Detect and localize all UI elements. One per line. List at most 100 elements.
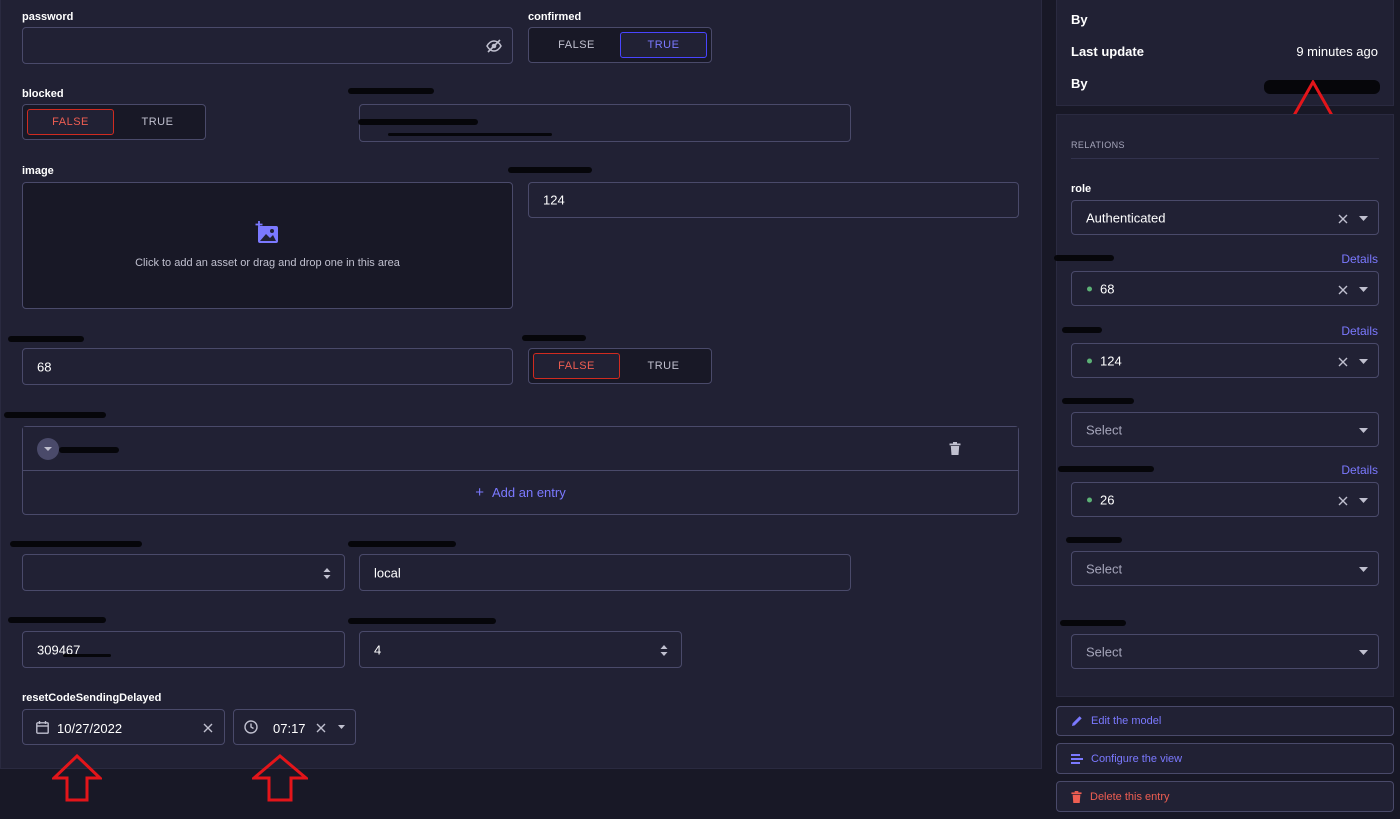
- role-label: role: [1071, 183, 1092, 195]
- redacted-relation4-label: [1058, 466, 1154, 472]
- relation4-value: 26: [1100, 492, 1115, 507]
- second-false-option[interactable]: FALSE: [533, 353, 620, 379]
- date-input[interactable]: 10/27/2022: [22, 709, 225, 745]
- redacted-label-code: [8, 617, 106, 623]
- redacted-label-toggle2: [522, 335, 586, 341]
- confirmed-label: confirmed: [528, 11, 582, 23]
- relation2-details-link[interactable]: Details: [1341, 324, 1378, 338]
- plus-icon: +: [475, 484, 485, 501]
- chevron-down-icon[interactable]: [37, 438, 59, 460]
- redacted-label-number: [508, 167, 592, 173]
- edit-model-label: Edit the model: [1091, 715, 1162, 727]
- status-dot: [1087, 497, 1092, 502]
- trash-icon: [1071, 790, 1082, 803]
- clear-icon[interactable]: [1337, 495, 1348, 506]
- redacted-code-tail: [63, 654, 111, 657]
- relation4-select[interactable]: 26: [1071, 482, 1379, 517]
- status-dot: [1087, 286, 1092, 291]
- role-value: Authenticated: [1086, 210, 1166, 225]
- password-input[interactable]: [22, 27, 513, 64]
- time-value: 07:17: [273, 721, 306, 736]
- relation6-placeholder: Select: [1086, 644, 1123, 659]
- second-toggle[interactable]: FALSE TRUE: [528, 348, 712, 384]
- confirmed-true-option[interactable]: TRUE: [620, 32, 707, 58]
- pencil-icon: [1071, 715, 1083, 727]
- redacted-relation5-label: [1066, 537, 1122, 543]
- relation1-details-link[interactable]: Details: [1341, 252, 1378, 266]
- numeric-select-input[interactable]: [22, 554, 345, 591]
- chevron-down-icon[interactable]: [1359, 497, 1368, 503]
- blocked-false-option[interactable]: FALSE: [27, 109, 114, 135]
- clear-icon[interactable]: [1337, 213, 1348, 224]
- stepper-input[interactable]: 4: [359, 631, 682, 668]
- last-update-value: 9 minutes ago: [1296, 44, 1378, 59]
- trash-icon[interactable]: [948, 441, 962, 455]
- chevron-down-icon[interactable]: [1359, 649, 1368, 655]
- component-container: + Add an entry: [22, 426, 1019, 515]
- created-by-label: By: [1071, 12, 1088, 27]
- second-true-option[interactable]: TRUE: [620, 353, 707, 379]
- relations-heading: RELATIONS: [1071, 140, 1125, 150]
- relations-divider: [1071, 158, 1379, 159]
- image-dropzone[interactable]: Click to add an asset or drag and drop o…: [22, 182, 513, 309]
- eye-off-icon[interactable]: [486, 38, 502, 54]
- chevron-down-icon[interactable]: [1359, 215, 1368, 221]
- add-entry-button[interactable]: + Add an entry: [23, 471, 1018, 514]
- chevron-down-icon[interactable]: [337, 723, 345, 731]
- annotation-arrow-up-icon: [252, 754, 308, 802]
- blocked-true-option[interactable]: TRUE: [114, 109, 201, 135]
- relation5-select[interactable]: Select: [1071, 551, 1379, 586]
- relation6-select[interactable]: Select: [1071, 634, 1379, 669]
- list-icon: [1071, 753, 1083, 765]
- reset-label: resetCodeSendingDelayed: [22, 692, 162, 704]
- redacted-label-component: [4, 412, 106, 418]
- redacted-value-tail: [388, 133, 552, 136]
- redacted-relation3-label: [1062, 398, 1134, 404]
- redacted-label-provider: [348, 541, 456, 547]
- last-update-label: Last update: [1071, 44, 1144, 59]
- code-input[interactable]: 309467: [22, 631, 345, 668]
- redacted-text-input[interactable]: [358, 104, 851, 142]
- annotation-arrow-up-icon: [52, 754, 102, 802]
- redacted-label-select1: [10, 541, 142, 547]
- role-select[interactable]: Authenticated: [1071, 200, 1379, 235]
- caret-updown-icon[interactable]: [659, 643, 669, 657]
- relation1-value: 68: [1100, 281, 1115, 296]
- configure-view-label: Configure the view: [1091, 752, 1183, 765]
- redacted-value: [358, 119, 478, 125]
- redacted-label-stepper: [348, 618, 496, 624]
- clear-time-icon[interactable]: [315, 722, 327, 734]
- number-value: 124: [543, 192, 565, 208]
- edit-model-button[interactable]: Edit the model: [1056, 706, 1394, 736]
- clear-icon[interactable]: [1337, 356, 1348, 367]
- time-input[interactable]: 07:17: [233, 709, 356, 745]
- stepper-value: 4: [374, 642, 382, 657]
- redacted-label-second: [8, 336, 84, 342]
- clock-icon: [244, 720, 258, 734]
- blocked-toggle[interactable]: FALSE TRUE: [22, 104, 206, 140]
- redacted-relation2-label: [1062, 327, 1102, 333]
- component-header[interactable]: [23, 427, 1018, 471]
- provider-input[interactable]: local: [359, 554, 851, 591]
- second-text-input[interactable]: 68: [22, 348, 513, 385]
- redacted-label: [348, 88, 434, 94]
- caret-updown-icon[interactable]: [322, 566, 332, 580]
- redacted-relation1-label: [1054, 255, 1114, 261]
- chevron-down-icon[interactable]: [1359, 358, 1368, 364]
- relation4-details-link[interactable]: Details: [1341, 463, 1378, 477]
- clear-date-icon[interactable]: [202, 722, 214, 734]
- chevron-down-icon[interactable]: [1359, 286, 1368, 292]
- delete-entry-button[interactable]: Delete this entry: [1056, 781, 1394, 812]
- date-value: 10/27/2022: [57, 721, 123, 736]
- chevron-down-icon[interactable]: [1359, 566, 1368, 572]
- configure-view-button[interactable]: Configure the view: [1056, 743, 1394, 774]
- relation3-select[interactable]: Select: [1071, 412, 1379, 447]
- number-input[interactable]: 124: [528, 182, 1019, 218]
- confirmed-false-option[interactable]: FALSE: [533, 32, 620, 58]
- chevron-down-icon[interactable]: [1359, 427, 1368, 433]
- relation1-select[interactable]: 68: [1071, 271, 1379, 306]
- clear-icon[interactable]: [1337, 284, 1348, 295]
- redacted-relation6-label: [1060, 620, 1126, 626]
- confirmed-toggle[interactable]: FALSE TRUE: [528, 27, 712, 63]
- relation2-select[interactable]: 124: [1071, 343, 1379, 378]
